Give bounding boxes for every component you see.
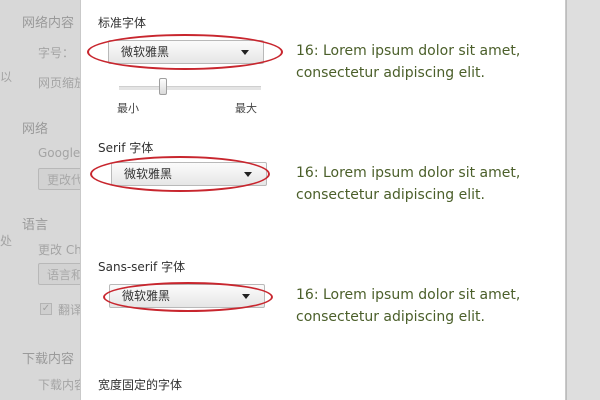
bg-translate-label: 翻译	[58, 303, 83, 317]
bg-heading-downloads: 下载内容	[22, 352, 75, 367]
serif-font-preview: 16: Lorem ipsum dolor sit amet, consecte…	[296, 165, 521, 203]
bg-translate-checkbox: ✓	[40, 303, 52, 315]
bg-downloads-text: 下载内容	[38, 378, 87, 392]
font-size-slider-track[interactable]	[119, 86, 261, 90]
slider-max-label: 最大	[235, 102, 257, 115]
bg-fragment: 以	[0, 70, 13, 84]
bg-font-size-label: 字号：	[38, 46, 75, 60]
background-right-edge	[566, 0, 600, 400]
bg-page-zoom-label: 网页缩放	[38, 76, 87, 90]
sans-serif-font-select[interactable]: 微软雅黑	[109, 284, 265, 308]
serif-font-label: Serif 字体	[98, 141, 154, 155]
serif-font-value: 微软雅黑	[124, 167, 173, 181]
bg-language-text: 更改 Ch	[38, 243, 82, 257]
standard-font-preview: 16: Lorem ipsum dolor sit amet, consecte…	[296, 43, 521, 81]
serif-font-select[interactable]: 微软雅黑	[111, 162, 267, 186]
bg-fragment: 处	[0, 234, 13, 248]
chevron-down-icon	[241, 50, 249, 55]
font-settings-dialog: 标准字体 微软雅黑 16: Lorem ipsum dolor sit amet…	[80, 0, 566, 400]
sans-serif-font-label: Sans-serif 字体	[98, 260, 186, 274]
bg-heading-network: 网络	[22, 122, 49, 137]
standard-font-value: 微软雅黑	[121, 45, 170, 59]
fixed-width-font-label: 宽度固定的字体	[98, 378, 183, 392]
bg-network-text: Google	[38, 146, 81, 160]
bg-heading-web-content: 网络内容	[22, 16, 75, 31]
sans-serif-font-preview: 16: Lorem ipsum dolor sit amet, consecte…	[296, 287, 521, 325]
sans-serif-font-value: 微软雅黑	[122, 289, 171, 303]
font-size-slider-thumb[interactable]	[159, 78, 167, 95]
standard-font-label: 标准字体	[98, 16, 147, 30]
standard-font-select[interactable]: 微软雅黑	[108, 40, 264, 64]
bg-heading-language: 语言	[22, 218, 49, 233]
chevron-down-icon	[242, 294, 250, 299]
slider-min-label: 最小	[117, 102, 139, 115]
chevron-down-icon	[244, 172, 252, 177]
